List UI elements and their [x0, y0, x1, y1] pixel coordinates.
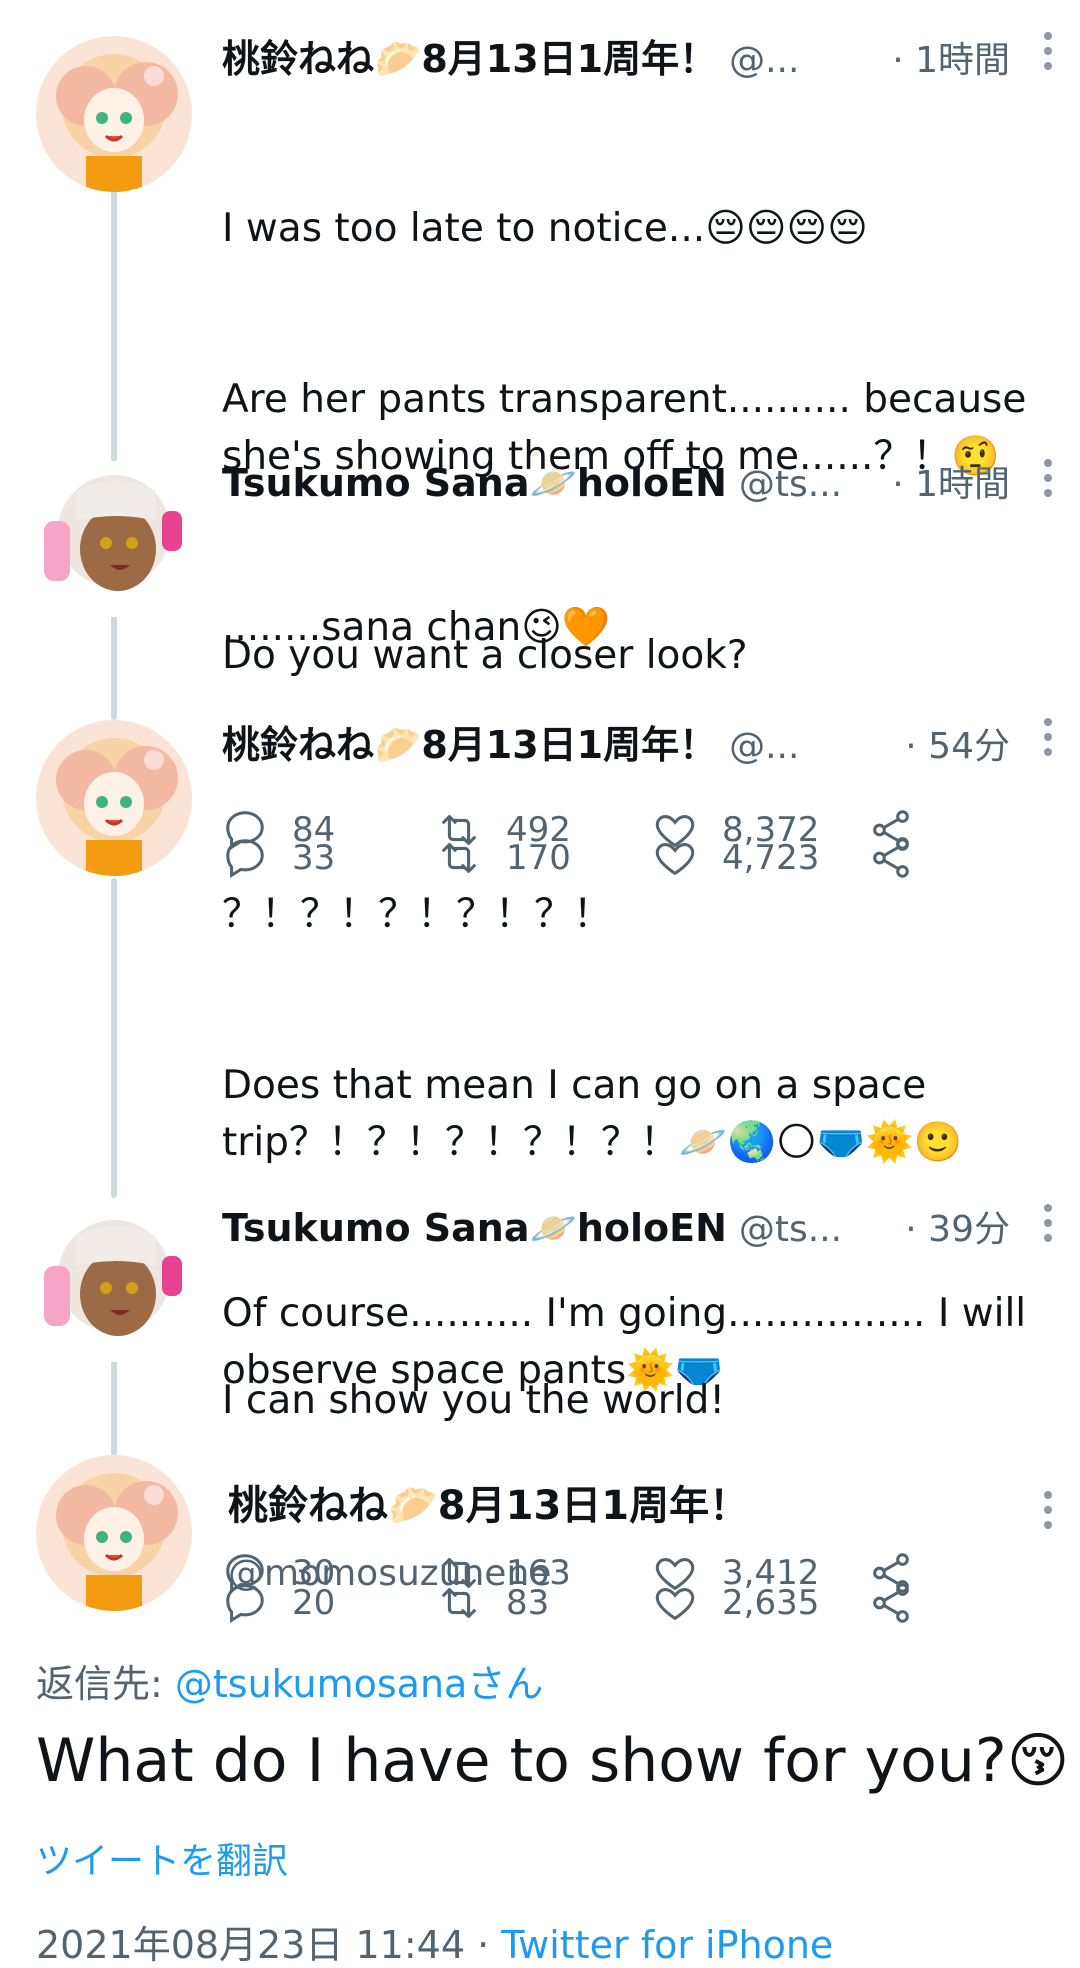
avatar-nene[interactable]: [36, 36, 192, 192]
tweet-line: ？！？！？！？！？！: [222, 892, 613, 937]
focused-tweet: 桃鈴ねね🥟8月13日1周年！ @momosuzunene 返信先: @tsuku…: [0, 1455, 1080, 1968]
reply-to-prefix: 返信先:: [36, 1662, 175, 1706]
author-name[interactable]: Tsukumo Sana🪐holoEN: [222, 461, 727, 506]
more-options-icon[interactable]: [1044, 32, 1054, 77]
tweet-datetime: 2021年08月23日 11:44 ·: [36, 1923, 502, 1967]
tweet-line: I can show you the world!: [222, 1378, 726, 1423]
more-options-icon[interactable]: [1044, 718, 1054, 763]
tweet-line: I was too late to notice...😔😔😔😔: [222, 206, 868, 251]
author-handle[interactable]: @ts...: [739, 464, 842, 505]
author-handle[interactable]: @...: [729, 40, 799, 81]
avatar-sana[interactable]: [36, 1206, 192, 1362]
author-name[interactable]: Tsukumo Sana🪐holoEN: [222, 1206, 727, 1251]
tweet-time[interactable]: · 1時間: [892, 455, 1040, 507]
tweet-time[interactable]: · 1時間: [892, 31, 1040, 83]
author-name[interactable]: 桃鈴ねね🥟8月13日1周年！: [222, 28, 717, 83]
reply-to: 返信先: @tsukumosanaさん: [36, 1653, 1080, 1708]
author-name[interactable]: 桃鈴ねね🥟8月13日1周年！: [228, 1473, 1040, 1531]
reply-to-link[interactable]: @tsukumosanaさん: [175, 1662, 543, 1706]
focused-tweet-header: 桃鈴ねね🥟8月13日1周年！ @momosuzunene: [0, 1455, 1080, 1625]
tweet-line: Does that mean I can go on a space trip？…: [222, 1063, 963, 1165]
avatar-nene[interactable]: [36, 1455, 192, 1611]
tweet-line: Do you want a closer look?: [222, 633, 748, 678]
tweet-time[interactable]: · 54分: [905, 717, 1040, 769]
author-handle[interactable]: @momosuzunene: [228, 1553, 1040, 1594]
translate-link[interactable]: ツイートを翻訳: [36, 1832, 1080, 1884]
tweet-time[interactable]: · 39分: [905, 1200, 1040, 1252]
more-options-icon[interactable]: [1044, 459, 1054, 504]
tweet-source-link[interactable]: Twitter for iPhone: [501, 1923, 833, 1967]
more-options-icon[interactable]: [1044, 1491, 1054, 1536]
avatar-sana[interactable]: [36, 461, 192, 617]
author-name[interactable]: 桃鈴ねね🥟8月13日1周年！: [222, 714, 717, 769]
focused-tweet-text: What do I have to show for you?😚: [36, 1726, 1070, 1796]
avatar-nene[interactable]: [36, 720, 192, 876]
author-handle[interactable]: @...: [729, 726, 799, 767]
more-options-icon[interactable]: [1044, 1204, 1054, 1249]
tweet-meta: 2021年08月23日 11:44 · Twitter for iPhone: [36, 1914, 1080, 1968]
author-handle[interactable]: @ts...: [739, 1209, 842, 1250]
